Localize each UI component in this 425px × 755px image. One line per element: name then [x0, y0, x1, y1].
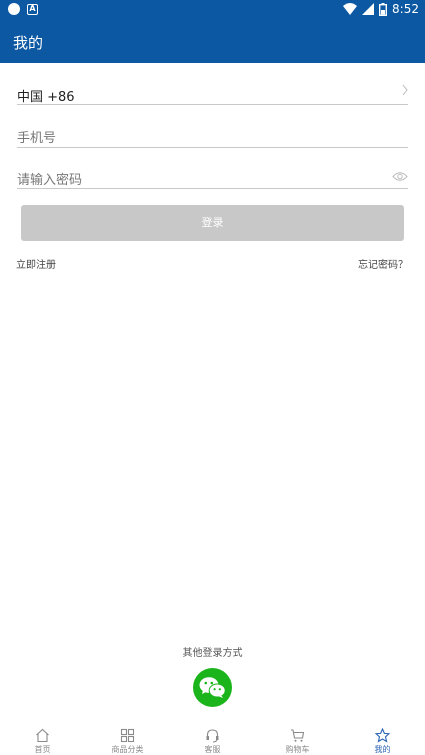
tab-cart[interactable]: 购物车 — [255, 725, 340, 755]
bottom-tab-bar: 首页 商品分类 客服 购物车 我的 — [0, 725, 425, 755]
phone-placeholder: 手机号 — [17, 131, 57, 146]
phone-input[interactable]: 手机号 — [17, 127, 408, 148]
tab-categories[interactable]: 商品分类 — [85, 725, 170, 755]
home-icon — [36, 728, 49, 743]
chevron-right-icon — [402, 84, 408, 96]
cart-icon — [291, 729, 305, 742]
country-code-selector[interactable]: 中国 +86 — [17, 84, 408, 105]
tab-categories-label: 商品分类 — [111, 745, 144, 754]
register-link[interactable]: 立即注册 — [16, 256, 56, 271]
app-bar: 我的 — [0, 20, 425, 63]
status-right: 8:52 — [343, 2, 419, 16]
tab-mine-label: 我的 — [374, 745, 391, 754]
wechat-login-button[interactable] — [193, 668, 232, 707]
circle-icon — [8, 3, 20, 15]
login-button[interactable]: 登录 — [21, 205, 404, 241]
forgot-password-link[interactable]: 忘记密码？ — [358, 256, 408, 271]
signal-icon — [362, 3, 375, 15]
status-time: 8:52 — [392, 2, 419, 16]
tab-cart-label: 购物车 — [285, 745, 310, 754]
battery-icon — [379, 2, 388, 16]
tab-service[interactable]: 客服 — [170, 725, 255, 755]
star-icon — [375, 728, 390, 743]
password-placeholder: 请输入密码 — [17, 173, 83, 188]
tab-home-label: 首页 — [34, 745, 51, 754]
status-bar: A 8:52 — [0, 0, 425, 20]
page-title: 我的 — [13, 34, 44, 52]
wechat-icon — [199, 677, 226, 698]
tab-home[interactable]: 首页 — [0, 725, 85, 755]
status-left: A — [8, 3, 38, 15]
password-input[interactable]: 请输入密码 — [17, 168, 408, 189]
tab-service-label: 客服 — [204, 745, 221, 754]
other-login-label: 其他登录方式 — [182, 648, 243, 659]
tab-mine[interactable]: 我的 — [340, 725, 425, 755]
eye-icon[interactable] — [392, 171, 408, 182]
wifi-icon — [343, 3, 358, 15]
headset-icon — [206, 729, 219, 743]
notification-a-icon: A — [27, 3, 38, 15]
country-code-label: 中国 +86 — [17, 90, 75, 105]
grid-icon — [120, 728, 135, 743]
